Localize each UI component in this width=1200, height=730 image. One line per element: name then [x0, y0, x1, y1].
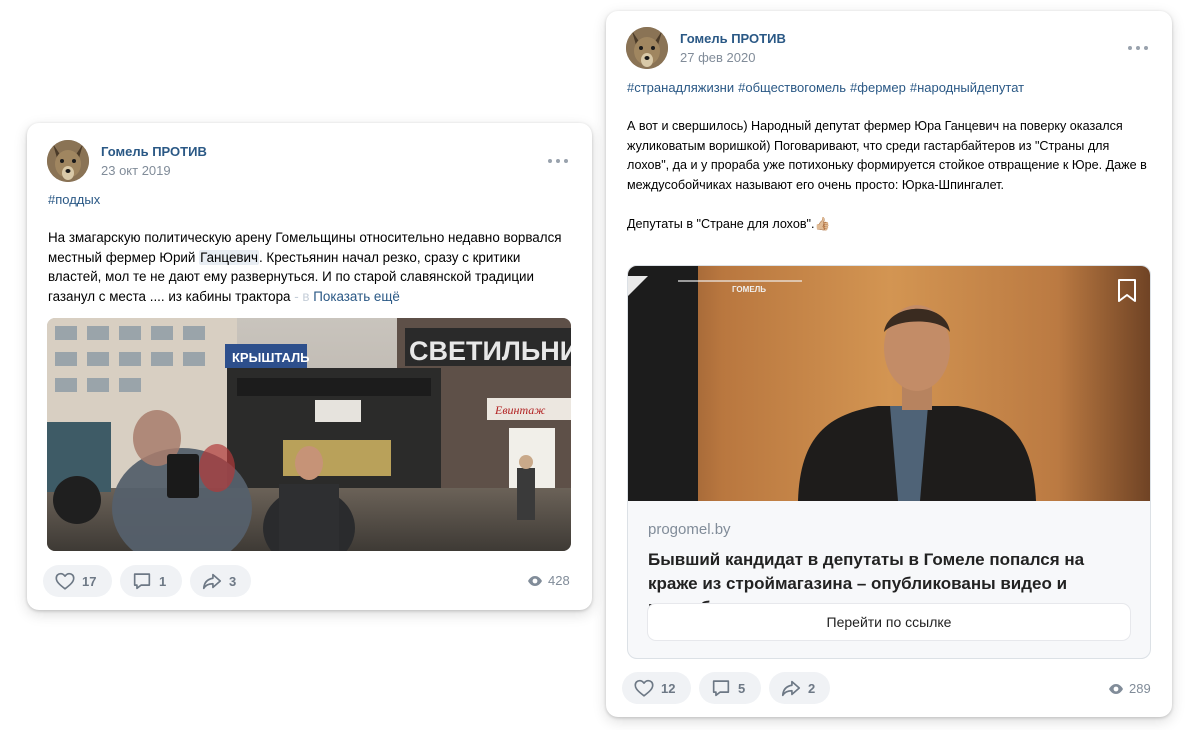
eye-icon	[1109, 683, 1123, 694]
highlighted-word: Ганцевич	[199, 249, 259, 265]
hashtag[interactable]: #странадляжизни	[627, 80, 734, 95]
photo-store-sign: СВЕТИЛЬНИ	[409, 336, 571, 366]
post-card-1: Гомель ПРОТИВ 23 окт 2019 #поддых На зма…	[27, 123, 592, 610]
hashtag[interactable]: #народныйдепутат	[910, 80, 1024, 95]
like-count: 17	[82, 573, 97, 589]
post-card-2: Гомель ПРОТИВ 27 фев 2020 #странадляжизн…	[606, 11, 1172, 717]
post-photo[interactable]: КРЫШТАЛЬ СВЕТИЛЬНИ Евинтаж	[47, 318, 571, 551]
view-counter: 428	[527, 573, 570, 588]
post-author[interactable]: Гомель ПРОТИВ	[101, 144, 207, 159]
photo-shop-sign: КРЫШТАЛЬ	[232, 350, 310, 365]
snippet-domain: progomel.by	[648, 521, 731, 538]
view-counter: 289	[1108, 681, 1151, 696]
avatar[interactable]	[626, 27, 668, 69]
share-button[interactable]: 2	[769, 672, 830, 704]
wolf-avatar-icon	[626, 27, 668, 69]
bookmark-icon[interactable]	[1116, 278, 1138, 309]
photo-small-sign: Евинтаж	[494, 403, 545, 417]
heart-icon	[55, 572, 75, 590]
hashtags: #странадляжизни #обществогомель #фермер #на…	[627, 80, 1028, 95]
post-date[interactable]: 23 окт 2019	[101, 163, 171, 178]
view-count: 428	[548, 573, 570, 588]
comment-icon	[133, 573, 151, 590]
post-date[interactable]: 27 фев 2020	[680, 50, 755, 65]
like-button[interactable]: 12	[622, 672, 691, 704]
comment-count: 1	[159, 573, 167, 589]
post-paragraph: Депутаты в "Стране для лохов".👍🏼	[627, 215, 1147, 235]
hashtag[interactable]: #обществогомель	[738, 80, 846, 95]
street-scene-image: КРЫШТАЛЬ СВЕТИЛЬНИ Евинтаж	[47, 318, 571, 551]
photo-watermark: ГОМЕЛЬ	[732, 285, 766, 294]
heart-icon	[634, 679, 654, 697]
avatar[interactable]	[47, 140, 89, 182]
link-snippet[interactable]: ГОМЕЛЬ progomel.by Бывший кандидат в деп…	[627, 265, 1151, 659]
more-options-icon[interactable]	[1127, 43, 1151, 53]
share-button[interactable]: 3	[190, 565, 251, 597]
comment-button[interactable]: 1	[120, 565, 182, 597]
hashtag[interactable]: #поддых	[48, 192, 100, 207]
show-more-link[interactable]: Показать ещё	[313, 289, 400, 304]
post-author[interactable]: Гомель ПРОТИВ	[680, 31, 786, 46]
post-text-part: Депутаты в "Стране для лохов".	[627, 216, 815, 231]
post-text: А вот и свершилось) Народный депутат фер…	[627, 117, 1147, 234]
thumbs-up-emoji: 👍🏼	[814, 216, 831, 231]
wolf-avatar-icon	[47, 140, 89, 182]
comment-icon	[712, 680, 730, 697]
comment-button[interactable]: 5	[699, 672, 761, 704]
post-text: На змагарскую политическую арену Гомельщ…	[48, 228, 573, 306]
eye-icon	[528, 575, 542, 586]
open-link-button[interactable]: Перейти по ссылке	[648, 604, 1130, 640]
share-count: 2	[808, 680, 816, 696]
like-button[interactable]: 17	[43, 565, 112, 597]
hashtags: #поддых	[48, 192, 104, 207]
like-count: 12	[661, 680, 676, 696]
comment-count: 5	[738, 680, 746, 696]
view-count: 289	[1129, 681, 1151, 696]
share-count: 3	[229, 573, 237, 589]
hashtag[interactable]: #фермер	[850, 80, 906, 95]
post-paragraph: А вот и свершилось) Народный депутат фер…	[627, 119, 1147, 192]
faded-text: - в	[290, 288, 310, 304]
snippet-image: ГОМЕЛЬ	[628, 266, 1150, 501]
share-arrow-icon	[202, 573, 222, 590]
share-arrow-icon	[781, 680, 801, 697]
more-options-icon[interactable]	[547, 156, 571, 166]
